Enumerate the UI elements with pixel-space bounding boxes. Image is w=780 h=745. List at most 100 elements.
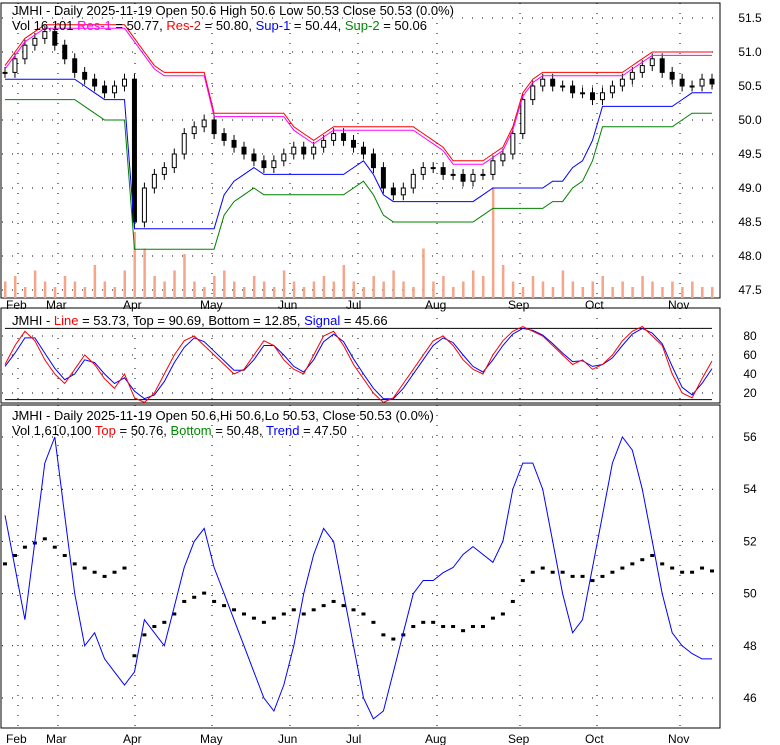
volume-bar	[661, 287, 664, 298]
candle-body	[82, 71, 88, 80]
x-tick-feb: Feb	[6, 298, 27, 312]
trend-y-tick: 52	[743, 534, 757, 548]
price-mark	[700, 566, 705, 570]
sup2-label: Sup-2	[344, 18, 380, 33]
volume-text: Vol 16,101	[12, 18, 74, 33]
price-mark	[72, 562, 77, 566]
price-y-tick: 48.0	[738, 249, 762, 263]
price-mark	[212, 599, 217, 603]
trend-y-tick: 48	[743, 639, 757, 653]
trend-y-tick: 56	[743, 430, 757, 444]
volume-bar	[671, 281, 674, 298]
candle-body	[390, 187, 396, 196]
volume-bar	[362, 287, 365, 298]
volume-bar	[193, 281, 196, 298]
volume-bar	[302, 287, 306, 298]
candle-body	[321, 139, 327, 148]
trend-y-tick: 50	[743, 587, 757, 601]
volume-bar	[203, 287, 206, 298]
volume-bar	[103, 281, 107, 298]
candle-body	[181, 133, 187, 155]
price-mark	[710, 569, 714, 573]
x-tick-oct: Oct	[585, 298, 604, 312]
signal-label: Signal	[304, 313, 341, 328]
volume-bar	[422, 248, 425, 298]
candle-body	[360, 146, 366, 155]
candle-body	[351, 139, 357, 148]
candle-body	[221, 133, 227, 141]
x-tick-feb: Feb	[6, 732, 27, 745]
stoch-y-tick: 40	[743, 367, 757, 381]
candle-body	[72, 58, 78, 73]
volume-bar	[372, 276, 375, 298]
panel1-legend: Vol 16,101 Res-1 = 50.77, Res-2 = 50.80,…	[12, 18, 427, 34]
price-mark	[530, 570, 535, 574]
volume-bar	[93, 265, 97, 298]
candle-body	[92, 78, 98, 87]
volume-bar	[681, 287, 684, 298]
candle-body	[550, 78, 556, 87]
volume-bar	[571, 281, 575, 298]
candle-body	[131, 78, 137, 223]
candle-body	[211, 119, 217, 135]
volume-bar	[242, 287, 246, 298]
price-y-tick: 48.5	[738, 215, 762, 229]
x-tick-aug: Aug	[425, 298, 446, 312]
candle-body	[251, 153, 257, 162]
candle-body	[450, 173, 456, 176]
candle-body	[400, 187, 406, 196]
price-mark	[560, 570, 565, 574]
candle-body	[470, 173, 476, 182]
stoch-y-tick: 60	[743, 348, 757, 362]
panel3-legend: Vol 1,610,100 Top = 50.76, Bottom = 50.4…	[12, 423, 347, 439]
candle-body	[201, 119, 207, 128]
price-mark	[132, 654, 137, 658]
volume-bar	[541, 281, 545, 298]
panel2-prefix: JMHI -	[12, 313, 54, 328]
price-mark	[192, 595, 197, 599]
price-mark	[52, 545, 57, 549]
volume-bar	[43, 281, 47, 298]
volume-bar	[213, 276, 216, 298]
res2-line	[4, 24, 712, 162]
x-tick-oct: Oct	[585, 732, 604, 745]
price-mark	[690, 570, 695, 574]
candle-body	[171, 153, 177, 169]
price-mark	[640, 558, 645, 562]
candle-body	[510, 133, 516, 155]
candle-body	[540, 78, 546, 87]
x-tick-apr: Apr	[123, 298, 142, 312]
price-mark	[490, 616, 495, 620]
price-mark	[182, 599, 187, 603]
volume-bar	[561, 270, 565, 298]
price-mark	[351, 608, 356, 612]
price-mark	[550, 570, 555, 574]
x-tick-jul: Jul	[346, 298, 361, 312]
price-mark	[271, 616, 276, 620]
price-mark	[3, 562, 7, 566]
trend-label: Trend	[265, 423, 300, 438]
volume-bar	[691, 281, 694, 298]
volume-bar	[402, 281, 405, 298]
price-mark	[251, 616, 256, 620]
x-tick-jun: Jun	[278, 732, 297, 745]
panel-3-frame	[0, 404, 721, 729]
price-mark	[391, 637, 396, 641]
panel3-title: JMHI - Daily 2025-11-19 Open 50.6,Hi 50.…	[12, 408, 434, 423]
line-values: = 53.73, Top = 90.69, Bottom = 12.85,	[78, 313, 305, 328]
stoch-line	[4, 325, 713, 404]
price-mark	[630, 562, 635, 566]
candle-body	[380, 167, 386, 189]
price-mark	[451, 625, 456, 629]
candle-body	[709, 78, 715, 85]
candle-body	[341, 133, 347, 141]
price-mark	[510, 599, 515, 603]
panel2-legend: JMHI - Line = 53.73, Top = 90.69, Bottom…	[12, 313, 388, 329]
price-mark	[620, 566, 625, 570]
candle-body	[699, 78, 705, 87]
panel1-title: JMHI - Daily 2025-11-19 Open 50.6 High 5…	[12, 3, 455, 18]
candle-body	[599, 92, 605, 101]
volume-bar	[153, 276, 156, 298]
candle-body	[570, 85, 576, 94]
x-tick-jun: Jun	[278, 298, 297, 312]
